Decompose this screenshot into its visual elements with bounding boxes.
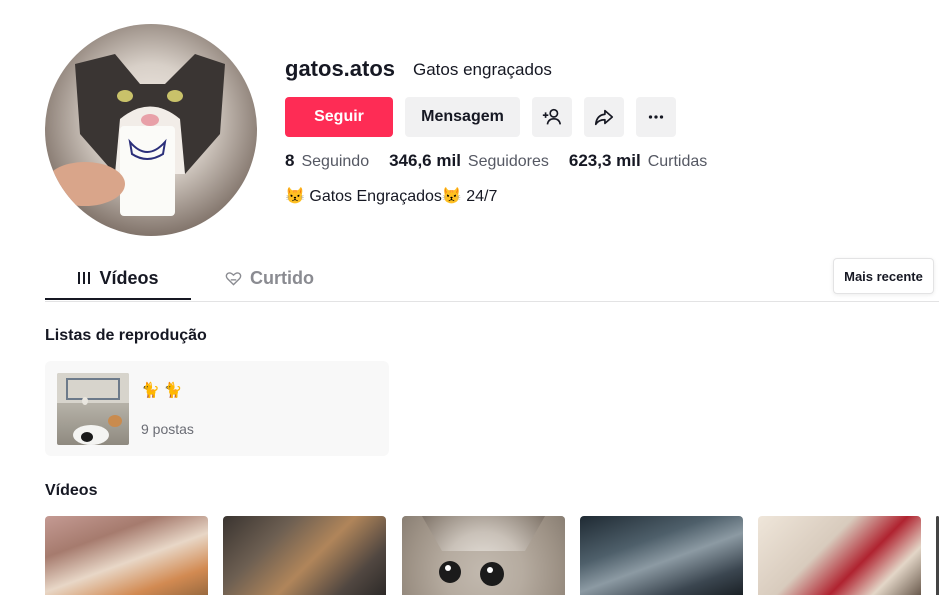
tab-liked-label: Curtido	[250, 267, 314, 288]
video-thumbnail[interactable]	[758, 516, 921, 595]
followers-label[interactable]: Seguidores	[468, 153, 549, 171]
video-thumbnail[interactable]	[580, 516, 743, 595]
likes-count: 623,3 mil	[568, 151, 641, 170]
more-options-button[interactable]	[636, 97, 676, 137]
share-arrow-icon	[594, 109, 614, 126]
video-thumbnail[interactable]	[45, 516, 208, 595]
profile-avatar[interactable]	[45, 24, 257, 236]
grid-bars-icon	[78, 272, 91, 284]
person-plus-icon	[542, 108, 562, 125]
hidden-heart-icon	[225, 271, 242, 286]
sort-latest-button[interactable]: Mais recente	[833, 258, 934, 294]
active-tab-indicator	[45, 298, 191, 300]
tab-liked[interactable]: Curtido	[225, 258, 335, 298]
playlists-heading: Listas de reprodução	[45, 327, 207, 344]
follow-button[interactable]: Seguir	[285, 97, 393, 137]
more-dots-icon	[648, 115, 664, 119]
profile-nickname: Gatos engraçados	[413, 60, 552, 79]
add-friend-button[interactable]	[532, 97, 572, 137]
profile-stats: 8 Seguindo 346,6 mil Seguidores 623,3 mi…	[285, 151, 727, 171]
followers-count[interactable]: 346,6 mil	[389, 151, 461, 171]
profile-bio: 😾 Gatos Engraçados😾 24/7	[285, 188, 498, 205]
videos-heading: Vídeos	[45, 482, 98, 499]
message-button[interactable]: Mensagem	[405, 97, 520, 137]
avatar-cat-image	[45, 54, 225, 216]
playlist-thumbnail	[57, 373, 129, 445]
following-count[interactable]: 8	[285, 151, 294, 171]
likes-label: Curtidas	[647, 153, 708, 170]
playlist-post-count: 9 postas	[141, 421, 194, 437]
tab-videos-label: Vídeos	[99, 267, 159, 288]
cat-face-thumbnail	[402, 516, 565, 595]
profile-username: gatos.atos	[285, 56, 396, 81]
video-thumbnail[interactable]	[402, 516, 565, 595]
share-button[interactable]	[584, 97, 624, 137]
profile-tabs: Vídeos Curtido	[45, 258, 939, 302]
playlist-card[interactable]: 🐈 🐈 9 postas	[45, 361, 389, 456]
following-label[interactable]: Seguindo	[301, 153, 369, 171]
playlist-name: 🐈 🐈	[141, 382, 183, 399]
tab-videos[interactable]: Vídeos	[45, 258, 191, 298]
video-thumbnail[interactable]	[223, 516, 386, 595]
